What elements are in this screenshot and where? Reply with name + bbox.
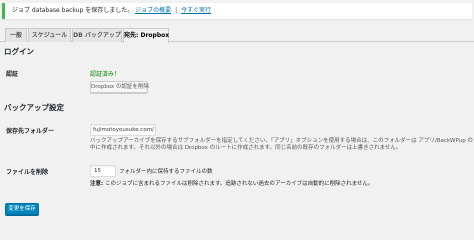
delete-note: 注意: このジョブに含まれるファイルは削除されます。追跡されない過去のアーカイブ… — [90, 179, 373, 187]
job-tabs: 一般 スケジュール DB バックアップ 宛先: Dropbox — [0, 27, 474, 43]
job-overview-link[interactable]: ジョブの概要 — [135, 7, 171, 14]
max-files-suffix: フォルダー内に保持するファイルの数 — [119, 169, 213, 175]
max-files-input[interactable]: 15 — [90, 165, 116, 177]
folder-input[interactable]: fujimotoyousuke.com/ — [90, 124, 156, 136]
auth-status: 認証済み！ — [90, 71, 121, 78]
tab-schedule[interactable]: スケジュール — [28, 28, 71, 42]
folder-label: 保存先フォルダー — [6, 128, 55, 135]
folder-description-line-2: 中に作成されます。それ以外の場合は Dropbox のルートに作成されます。同じ… — [90, 145, 402, 151]
note-bold: 注意: — [90, 181, 104, 187]
tab-general[interactable]: 一般 — [5, 28, 27, 42]
notice-message: ジョブ database backup を保存しました。 — [12, 7, 134, 14]
backup-settings-heading: バックアップ設定 — [4, 103, 64, 112]
note-text: このジョブに含まれるファイルは削除されます。追跡されない過去のアーカイブは自動的… — [103, 181, 374, 187]
folder-description-line-1: バックアップアーカイブを保存するサブフォルダーを指定してください。「アプリ」オプ… — [90, 138, 473, 144]
success-notice: ジョブ database backup を保存しました。 ジョブの概要 | 今す… — [2, 3, 472, 19]
tab-dropbox[interactable]: 宛先: Dropbox — [123, 28, 169, 43]
tab-db-backup[interactable]: DB バックアップ — [72, 28, 122, 42]
save-changes-button[interactable]: 変更を保存 — [5, 203, 39, 215]
login-heading: ログイン — [4, 47, 34, 56]
delete-auth-button[interactable]: Dropbox の認証を削除 — [90, 81, 149, 93]
notice-separator: | — [175, 7, 178, 14]
delete-files-label: ファイルを削除 — [6, 169, 49, 176]
run-now-link[interactable]: 今すぐ実行 — [181, 7, 211, 14]
auth-label: 認証 — [6, 71, 19, 78]
